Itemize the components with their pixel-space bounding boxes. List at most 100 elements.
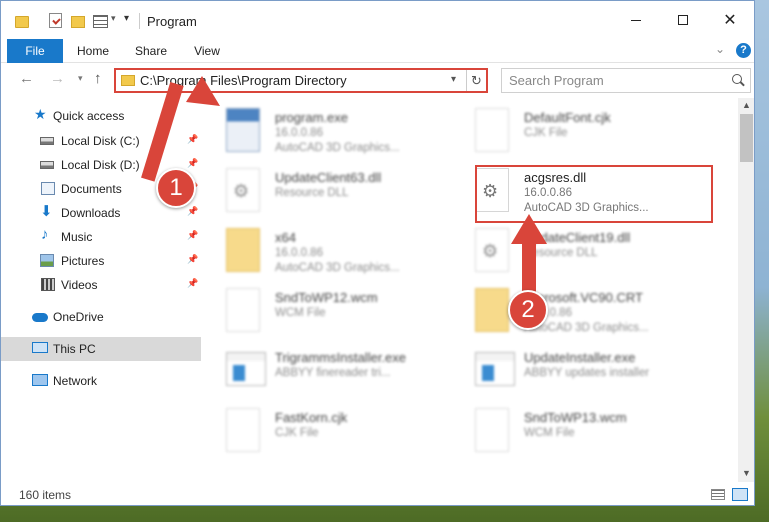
sidebar-item-label: Pictures [61,254,105,268]
tab-file[interactable]: File [7,39,63,63]
file-description: AutoCAD 3D Graphics... [275,262,400,274]
file-name: UpdateClient63.dll [275,170,382,185]
cloud-icon [32,313,48,322]
drive-icon [40,137,54,145]
address-dropdown-icon[interactable]: ▾ [451,74,456,85]
sidebar-item-label: Network [53,374,98,388]
forward-icon[interactable]: → [50,70,65,87]
ribbon: File Home Share View ⌄ ? [1,39,754,63]
document-icon [226,288,260,332]
navigation-bar: ← → ▾ ↑ C:\Program Files\Program Directo… [1,64,754,96]
back-icon[interactable]: ← [19,70,34,87]
arrowhead-to-address-bar [186,76,220,106]
file-name: UpdateInstaller.exe [524,350,636,365]
file-type: Resource DLL [275,187,349,199]
document-icon [475,408,509,452]
file-item[interactable]: DefaultFont.cjk CJK File [457,102,697,160]
sidebar-item-label: Local Disk (C:) [61,134,140,148]
vertical-scrollbar[interactable]: ▲ ▼ [738,98,754,482]
sidebar-item-network[interactable]: Network [1,369,201,393]
document-icon [226,408,260,452]
help-icon[interactable]: ? [736,43,751,58]
search-icon [732,74,742,84]
file-version: 16.0.0.86 [275,247,323,259]
navigation-pane: ★ Quick access Local Disk (C:) 📌 Local D… [1,98,201,482]
file-name: FastKorn.cjk [275,410,348,425]
dll-gear-icon [475,228,509,272]
pin-icon[interactable]: 📌 [187,158,198,169]
toolbar-separator [139,13,140,29]
pictures-icon [40,254,54,267]
tab-home[interactable]: Home [71,39,115,63]
file-type: CJK File [275,427,319,439]
sidebar-item-videos[interactable]: Videos 📌 [1,273,201,297]
sidebar-item-music[interactable]: ♪ Music 📌 [1,225,201,249]
star-icon: ★ [34,106,47,122]
file-item[interactable]: UpdateClient63.dll Resource DLL [208,162,448,220]
new-folder-icon[interactable] [71,16,85,28]
properties-icon[interactable] [49,13,62,28]
window-title: Program [147,14,197,29]
search-input[interactable]: Search Program [501,68,751,93]
download-icon: ⬇ [40,203,53,220]
file-item[interactable]: TrigrammsInstaller.exe ABBYY finereader … [208,342,448,400]
installer-icon [226,352,266,386]
file-item[interactable]: UpdateClient19.dll Resource DLL [457,222,697,280]
recent-locations-icon[interactable]: ▾ [78,73,83,84]
file-item[interactable]: x64 16.0.0.86 AutoCAD 3D Graphics... [208,222,448,280]
maximize-icon [678,15,688,25]
pin-icon[interactable]: 📌 [187,134,198,145]
pin-icon[interactable]: 📌 [187,254,198,265]
file-type: WCM File [275,307,326,319]
search-placeholder: Search Program [509,73,604,88]
file-name: SndToWP12.wcm [275,290,378,305]
computer-icon [32,342,48,353]
sidebar-item-label: Quick access [53,109,125,123]
scroll-down-icon[interactable]: ▼ [742,468,751,478]
sidebar-item-label: Documents [61,182,122,196]
minimize-button[interactable] [613,1,659,39]
expand-ribbon-icon[interactable]: ⌄ [715,42,725,56]
file-explorer-window: ▾ ▾ Program ✕ File Home Share View ⌄ ? ←… [0,0,755,506]
folder-icon[interactable] [15,16,29,28]
sidebar-item-pictures[interactable]: Pictures 📌 [1,249,201,273]
step-2-callout: 2 [508,290,548,330]
sidebar-item-label: Local Disk (D:) [61,158,140,172]
pin-icon[interactable]: 📌 [187,278,198,289]
refresh-icon[interactable]: ↻ [466,70,486,91]
customize-toolbar-icon[interactable]: ▾ [124,13,129,29]
file-type: WCM File [524,427,575,439]
close-button[interactable]: ✕ [707,1,753,39]
up-icon[interactable]: ↑ [94,70,102,87]
sidebar-item-local-disk-c[interactable]: Local Disk (C:) 📌 [1,129,201,153]
tab-view[interactable]: View [187,39,227,63]
documents-icon [41,182,55,195]
file-item[interactable]: Microsoft.VC90.CRT 16.0.0.86 AutoCAD 3D … [457,282,697,340]
videos-icon [41,278,55,291]
view-options-dropdown-icon[interactable]: ▾ [111,13,116,29]
file-item[interactable]: UpdateInstaller.exe ABBYY updates instal… [457,342,697,400]
file-item[interactable]: program.exe 16.0.0.86 AutoCAD 3D Graphic… [208,102,448,160]
file-name: x64 [275,230,296,245]
sidebar-item-this-pc[interactable]: This PC [1,337,201,361]
file-name: SndToWP13.wcm [524,410,627,425]
file-item[interactable]: FastKorn.cjk CJK File [208,402,448,460]
pin-icon[interactable]: 📌 [187,230,198,241]
network-icon [32,374,48,386]
maximize-button[interactable] [660,1,706,39]
large-icons-view-icon[interactable] [732,488,748,501]
sidebar-item-label: Downloads [61,206,121,220]
pin-icon[interactable]: 📌 [187,206,198,217]
scroll-up-icon[interactable]: ▲ [742,100,751,110]
scroll-thumb[interactable] [740,114,753,162]
file-item[interactable]: SndToWP13.wcm WCM File [457,402,697,460]
file-description: AutoCAD 3D Graphics... [275,142,400,154]
file-name: TrigrammsInstaller.exe [275,350,406,365]
details-view-icon[interactable] [711,489,725,500]
file-description: ABBYY updates installer [524,367,650,379]
view-options-icon[interactable] [93,15,108,28]
sidebar-item-onedrive[interactable]: OneDrive [1,305,201,329]
tab-share[interactable]: Share [129,39,173,63]
file-item[interactable]: SndToWP12.wcm WCM File [208,282,448,340]
drive-icon [40,161,54,169]
